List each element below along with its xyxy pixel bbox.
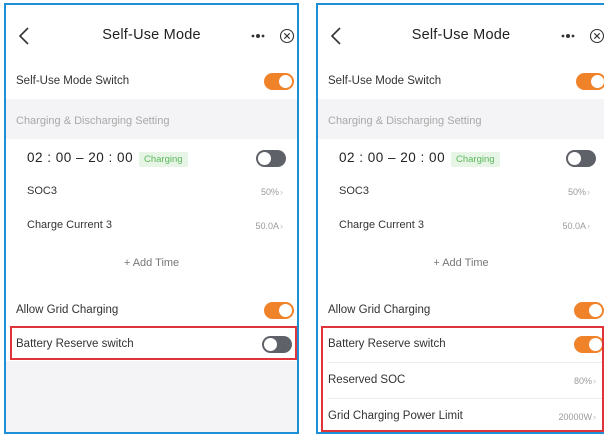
soc-label: SOC3 — [27, 185, 57, 197]
highlight-box — [10, 326, 297, 360]
soc-value[interactable]: 50%› — [568, 187, 590, 197]
self-use-switch-label: Self-Use Mode Switch — [328, 75, 442, 87]
self-use-switch-row: Self-Use Mode Switch — [318, 65, 604, 99]
time-slot-card: 02 : 00 – 20 : 00 Charging SOC3 50%› Cha… — [6, 139, 297, 299]
highlight-box — [321, 326, 604, 432]
more-dots-icon[interactable] — [560, 32, 576, 40]
time-slot-toggle[interactable] — [566, 150, 596, 167]
allow-grid-toggle[interactable] — [574, 302, 604, 319]
section-label: Charging & Discharging Setting — [328, 115, 482, 127]
nav-bar: Self-Use Mode — [6, 5, 297, 65]
close-circle-icon[interactable] — [588, 27, 604, 45]
add-time-button[interactable]: + Add Time — [6, 257, 297, 269]
soc-label: SOC3 — [339, 185, 369, 197]
allow-grid-toggle[interactable] — [264, 302, 294, 319]
phone-screen-left: Self-Use Mode Self-Use Mode Switch Charg… — [4, 3, 299, 434]
self-use-switch-toggle[interactable] — [576, 73, 604, 90]
self-use-switch-label: Self-Use Mode Switch — [16, 75, 130, 87]
soc-value[interactable]: 50%› — [261, 187, 283, 197]
allow-grid-row: Allow Grid Charging — [6, 293, 297, 327]
add-time-button[interactable]: + Add Time — [318, 257, 604, 269]
status-badge: Charging — [451, 152, 500, 167]
charge-current-value[interactable]: 50.0A› — [255, 221, 283, 231]
time-slot-card: 02 : 00 – 20 : 00 Charging SOC3 50%› Cha… — [318, 139, 604, 299]
allow-grid-label: Allow Grid Charging — [16, 304, 119, 316]
self-use-switch-row: Self-Use Mode Switch — [6, 65, 297, 99]
time-range[interactable]: 02 : 00 – 20 : 00 — [339, 150, 445, 165]
self-use-switch-toggle[interactable] — [264, 73, 294, 90]
charge-current-value[interactable]: 50.0A› — [562, 221, 590, 231]
close-circle-icon[interactable] — [278, 27, 296, 45]
allow-grid-row: Allow Grid Charging — [318, 293, 604, 327]
section-label: Charging & Discharging Setting — [16, 115, 170, 127]
phone-screen-right: Self-Use Mode Self-Use Mode Switch Charg… — [316, 3, 604, 434]
more-dots-icon[interactable] — [250, 32, 266, 40]
charge-current-label: Charge Current 3 — [27, 219, 112, 231]
status-badge: Charging — [139, 152, 188, 167]
allow-grid-label: Allow Grid Charging — [328, 304, 431, 316]
charge-current-label: Charge Current 3 — [339, 219, 424, 231]
nav-bar: Self-Use Mode — [318, 5, 604, 65]
time-slot-toggle[interactable] — [256, 150, 286, 167]
time-range[interactable]: 02 : 00 – 20 : 00 — [27, 150, 133, 165]
